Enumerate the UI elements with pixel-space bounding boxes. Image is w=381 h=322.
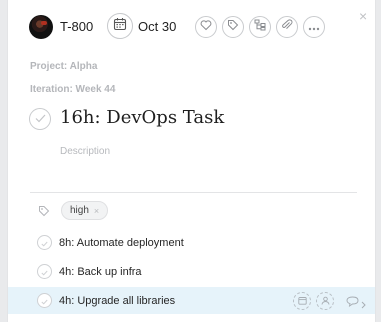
tag-pill[interactable]: high ×	[61, 201, 109, 220]
tags-button[interactable]	[222, 16, 244, 38]
due-date-label[interactable]: Oct 30	[138, 19, 176, 34]
calendar-icon	[113, 17, 127, 36]
subtask-row[interactable]: 8h: Automate deployment	[8, 229, 375, 256]
calendar-icon	[297, 292, 307, 310]
more-icon	[308, 18, 320, 36]
subtask-icon	[254, 18, 266, 36]
complete-task-button[interactable]	[29, 108, 51, 130]
chevron-right-icon[interactable]	[361, 296, 366, 314]
tag-icon	[38, 204, 50, 222]
heart-icon	[200, 18, 212, 36]
check-icon	[35, 110, 46, 128]
assignee-name[interactable]: T-800	[60, 19, 93, 34]
divider	[30, 192, 357, 193]
subtask-row[interactable]: 4h: Back up infra	[8, 258, 375, 285]
check-icon	[41, 234, 48, 252]
tag-label: high	[70, 205, 89, 216]
subtask-title[interactable]: 4h: Upgrade all libraries	[59, 295, 175, 307]
subtask-complete-button[interactable]	[37, 235, 52, 250]
check-icon	[41, 292, 48, 310]
subtask-row-highlighted[interactable]: 4h: Upgrade all libraries	[8, 287, 375, 314]
tag-icon	[227, 18, 239, 36]
subtasks-button[interactable]	[249, 16, 271, 38]
project-label[interactable]: Project: Alpha	[30, 61, 97, 72]
subtask-due-date-button[interactable]	[293, 291, 311, 310]
attachment-icon	[281, 18, 293, 36]
close-icon[interactable]: ×	[359, 9, 367, 23]
task-title[interactable]: 16h: DevOps Task	[60, 107, 224, 128]
user-icon	[321, 292, 330, 310]
iteration-label[interactable]: Iteration: Week 44	[30, 84, 115, 95]
subtask-assignee-button[interactable]	[316, 291, 334, 310]
like-button[interactable]	[195, 16, 217, 38]
subtask-complete-button[interactable]	[37, 293, 52, 308]
description-field[interactable]: Description	[60, 146, 110, 157]
comment-icon[interactable]	[346, 294, 359, 312]
task-header: T-800 Oct 30 ×	[8, 0, 375, 52]
due-date-button[interactable]	[107, 13, 133, 39]
subtask-title[interactable]: 4h: Back up infra	[59, 266, 142, 278]
remove-tag-icon[interactable]: ×	[94, 206, 99, 216]
attachment-button[interactable]	[276, 16, 298, 38]
check-icon	[41, 263, 48, 281]
avatar[interactable]	[29, 15, 53, 39]
more-button[interactable]	[303, 16, 325, 38]
subtask-title[interactable]: 8h: Automate deployment	[59, 237, 184, 249]
task-detail-panel: T-800 Oct 30 × Project: Alpha Iteration:…	[7, 0, 376, 322]
subtask-complete-button[interactable]	[37, 264, 52, 279]
